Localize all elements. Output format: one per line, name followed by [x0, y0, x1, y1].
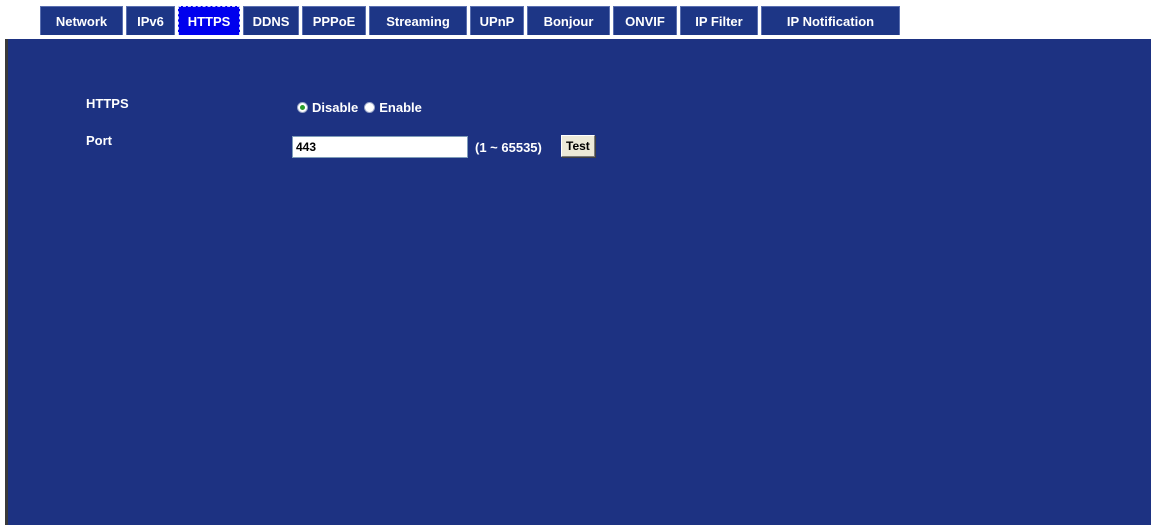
tab-streaming[interactable]: Streaming — [369, 6, 467, 35]
tab-label: IP Notification — [786, 13, 875, 29]
https-enable-label: Enable — [379, 100, 422, 115]
tab-label: ONVIF — [625, 13, 665, 29]
port-label: Port — [86, 133, 112, 148]
tab-label: Network — [55, 13, 108, 29]
tab-bonjour[interactable]: Bonjour — [527, 6, 610, 35]
tab-onvif[interactable]: ONVIF — [613, 6, 677, 35]
tab-label: PPPoE — [312, 13, 356, 29]
https-enable-radio[interactable]: Enable — [364, 100, 422, 115]
tab-label: Streaming — [386, 13, 450, 29]
https-disable-label: Disable — [312, 100, 359, 115]
port-range-hint: (1 ~ 65535) — [475, 140, 542, 155]
tab-label: IPv6 — [137, 13, 164, 29]
settings-panel: HTTPS Disable Enable Port (1 ~ 65535) Te… — [5, 39, 1151, 525]
tab-pppoe[interactable]: PPPoE — [302, 6, 366, 35]
tab-label: IP Filter — [695, 13, 743, 29]
radio-checked-icon — [297, 102, 308, 113]
https-disable-radio[interactable]: Disable — [297, 100, 358, 115]
tab-ip-filter[interactable]: IP Filter — [680, 6, 758, 35]
tab-upnp[interactable]: UPnP — [470, 6, 524, 35]
tab-ip-notification[interactable]: IP Notification — [761, 6, 900, 35]
https-label: HTTPS — [86, 96, 129, 111]
test-button[interactable]: Test — [561, 135, 595, 157]
tab-label: UPnP — [479, 13, 515, 29]
radio-unchecked-icon — [364, 102, 376, 113]
tab-ipv6[interactable]: IPv6 — [126, 6, 175, 35]
tab-bar: Network IPv6 HTTPS DDNS PPPoE Streaming … — [40, 6, 900, 35]
tab-ddns[interactable]: DDNS — [243, 6, 299, 35]
tab-label: HTTPS — [187, 13, 231, 29]
tab-network[interactable]: Network — [40, 6, 123, 35]
tab-label: Bonjour — [543, 13, 594, 29]
tab-https[interactable]: HTTPS — [178, 6, 240, 35]
port-input[interactable] — [292, 136, 468, 158]
tab-label: DDNS — [252, 13, 290, 29]
https-radio-group: Disable Enable — [297, 100, 428, 115]
